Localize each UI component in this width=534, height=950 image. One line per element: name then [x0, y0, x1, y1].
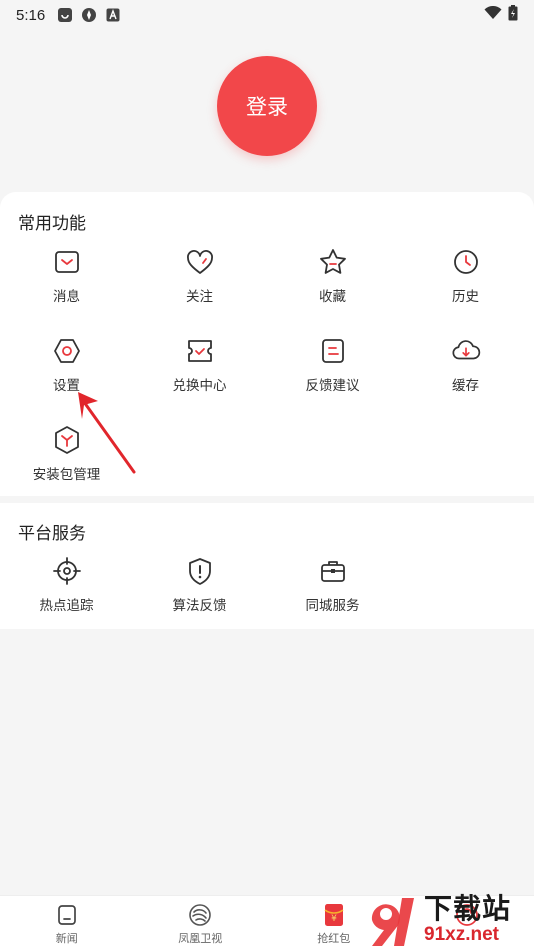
battery-icon [508, 5, 518, 25]
nav-item-phoenix-tv[interactable]: 凤凰卫视 [134, 896, 268, 950]
annotation-arrow-icon [78, 392, 136, 474]
news-icon [55, 903, 79, 927]
grid-item-label: 收藏 [319, 289, 346, 304]
star-icon [318, 247, 348, 277]
grid-item-cache[interactable]: 缓存 [399, 336, 532, 394]
watermark: 下载站 91xz.net [364, 888, 534, 950]
feedback-icon [318, 336, 348, 366]
grid-item-label: 反馈建议 [305, 378, 360, 393]
hexagon-gear-icon [52, 336, 82, 366]
grid-item-label: 缓存 [452, 378, 479, 393]
a-notification-icon [105, 7, 121, 23]
login-area: 登录 [0, 56, 534, 156]
watermark-title: 下载站 [424, 892, 512, 924]
watermark-logo-icon [371, 898, 414, 946]
app-notification-icon [57, 7, 73, 23]
common-functions-title: 常用功能 [18, 214, 86, 233]
nav-label: 抢红包 [317, 933, 351, 945]
heart-icon [185, 247, 215, 277]
phoenix-icon [188, 903, 212, 927]
briefcase-icon [318, 556, 348, 586]
grid-item-algorithm-feedback[interactable]: 算法反馈 [133, 556, 266, 614]
grid-item-favorites[interactable]: 收藏 [266, 247, 399, 305]
nav-item-news[interactable]: 新闻 [0, 896, 134, 950]
grid-item-message[interactable]: 消息 [0, 247, 133, 305]
grid-item-history[interactable]: 历史 [399, 247, 532, 305]
login-button[interactable]: 登录 [217, 56, 317, 156]
platform-services-card: 平台服务 热点追踪 算法反馈 同城服务 [0, 503, 534, 629]
grid-item-follow[interactable]: 关注 [133, 247, 266, 305]
red-packet-icon: ¥ [322, 903, 346, 927]
ticket-icon [185, 336, 215, 366]
cloud-download-icon [451, 336, 481, 366]
grid-item-label: 关注 [186, 289, 213, 304]
message-icon [52, 247, 82, 277]
grid-item-label: 消息 [53, 289, 80, 304]
svg-text:¥: ¥ [331, 914, 337, 924]
status-bar: 5:16 [0, 0, 534, 30]
platform-services-title: 平台服务 [18, 524, 86, 543]
grid-item-label: 算法反馈 [172, 598, 227, 613]
shield-alert-icon [185, 556, 215, 586]
wifi-icon [484, 5, 502, 24]
grid-item-settings[interactable]: 设置 [0, 336, 133, 394]
grid-item-label: 同城服务 [305, 598, 360, 613]
grid-item-feedback[interactable]: 反馈建议 [266, 336, 399, 394]
grid-item-exchange-center[interactable]: 兑换中心 [133, 336, 266, 394]
status-time: 5:16 [16, 6, 46, 24]
clock-icon [451, 247, 481, 277]
sync-notification-icon [81, 7, 97, 23]
grid-item-local-services[interactable]: 同城服务 [266, 556, 399, 614]
grid-item-label: 兑换中心 [172, 378, 227, 393]
crosshair-icon [52, 556, 82, 586]
grid-item-label: 历史 [452, 289, 479, 304]
watermark-url: 91xz.net [424, 923, 499, 945]
grid-item-label: 热点追踪 [39, 598, 94, 613]
nav-label: 凤凰卫视 [178, 933, 223, 945]
grid-item-hot-tracking[interactable]: 热点追踪 [0, 556, 133, 614]
nav-label: 新闻 [55, 933, 78, 945]
